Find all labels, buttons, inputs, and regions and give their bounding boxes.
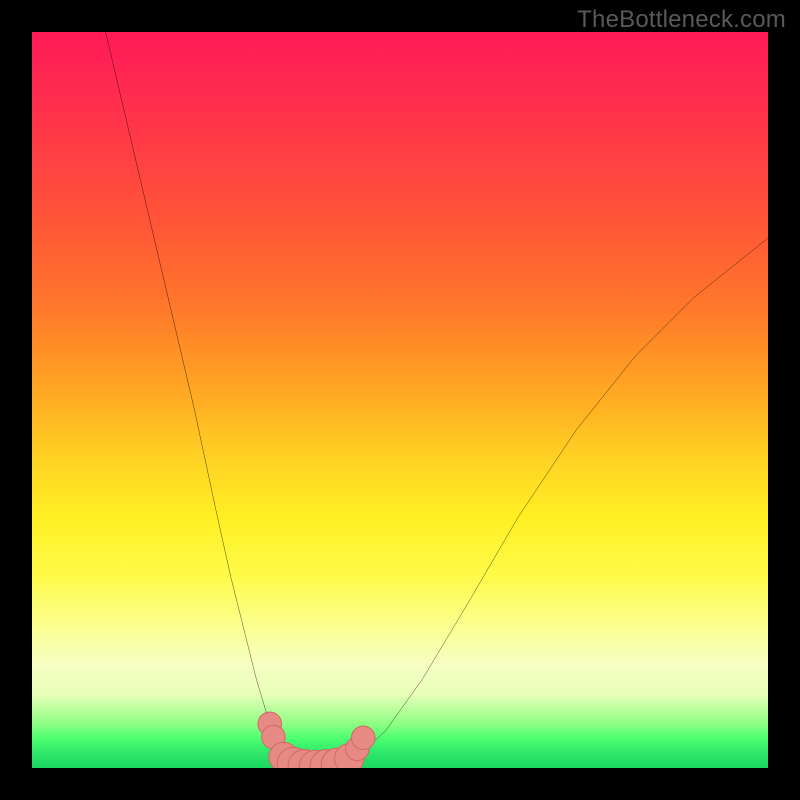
data-markers [258, 712, 375, 768]
left-curve-path [106, 32, 290, 759]
data-marker [351, 726, 375, 750]
right-curve-path [356, 238, 768, 758]
watermark-text: TheBottleneck.com [577, 6, 786, 34]
plot-area [32, 32, 768, 768]
outer-frame: TheBottleneck.com [0, 0, 800, 800]
chart-svg [32, 32, 768, 768]
